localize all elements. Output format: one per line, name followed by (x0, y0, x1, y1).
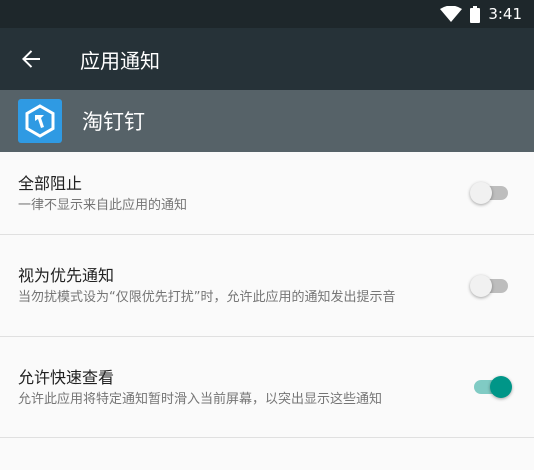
peek-switch[interactable] (470, 375, 512, 399)
toolbar: 应用通知 (0, 28, 534, 90)
wifi-icon (440, 6, 463, 22)
hexagon-tool-icon (25, 104, 55, 138)
setting-label: 全部阻止 (18, 173, 83, 193)
setting-label: 允许快速查看 (18, 367, 115, 387)
status-bar: 3:41 (0, 0, 534, 28)
switch-thumb (470, 274, 492, 297)
back-button[interactable] (0, 28, 62, 90)
setting-summary: 当勿扰模式设为“仅限优先打扰”时，允许此应用的通知发出提示音 (18, 290, 396, 305)
setting-peek[interactable]: 允许快速查看 允许此应用将特定通知暂时滑入当前屏幕，以突出显示这些通知 (0, 337, 534, 438)
setting-priority[interactable]: 视为优先通知 当勿扰模式设为“仅限优先打扰”时，允许此应用的通知发出提示音 (0, 235, 534, 337)
setting-block-all[interactable]: 全部阻止 一律不显示来自此应用的通知 (0, 152, 534, 235)
page-title: 应用通知 (80, 48, 160, 73)
block-all-switch[interactable] (470, 181, 512, 205)
app-header: 淘钉钉 (0, 90, 534, 152)
priority-switch[interactable] (470, 274, 512, 298)
battery-icon (470, 5, 481, 23)
setting-label: 视为优先通知 (18, 266, 115, 285)
status-time: 3:41 (488, 5, 522, 23)
app-name: 淘钉钉 (82, 110, 145, 134)
setting-summary: 允许此应用将特定通知暂时滑入当前屏幕，以突出显示这些通知 (18, 391, 383, 407)
setting-summary: 一律不显示来自此应用的通知 (18, 197, 188, 213)
switch-thumb (490, 376, 512, 398)
switch-thumb (470, 182, 492, 204)
settings-list: 全部阻止 一律不显示来自此应用的通知 视为优先通知 当勿扰模式设为“仅限优先打扰… (0, 152, 534, 438)
arrow-back-icon (22, 50, 40, 68)
app-icon (18, 99, 62, 143)
